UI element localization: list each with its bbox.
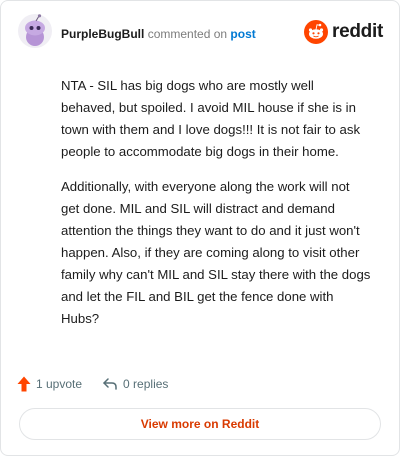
byline: PurpleBugBull commented on post <box>61 27 256 41</box>
reddit-logo-icon <box>304 20 329 44</box>
comment-body: NTA - SIL has big dogs who are mostly we… <box>61 75 371 343</box>
upvote-button[interactable]: 1 upvote <box>17 376 82 392</box>
post-link[interactable]: post <box>230 27 255 41</box>
reddit-logo[interactable]: reddit <box>304 20 383 44</box>
comment-actions: 1 upvote 0 replies <box>17 373 188 395</box>
reddit-wordmark: reddit <box>332 21 383 42</box>
comment-header: PurpleBugBull commented on post reddit <box>17 13 383 53</box>
replies-count: 0 replies <box>123 377 169 391</box>
avatar[interactable] <box>17 13 53 49</box>
action-text: commented on <box>147 27 228 41</box>
comment-paragraph: Additionally, with everyone along the wo… <box>61 179 371 326</box>
upvote-count: 1 upvote <box>36 377 83 391</box>
reply-arrow-icon <box>103 378 117 390</box>
comment-paragraph: NTA - SIL has big dogs who are mostly we… <box>61 78 361 159</box>
replies-button[interactable]: 0 replies <box>102 377 168 391</box>
view-more-button[interactable]: View more on Reddit <box>19 408 381 440</box>
embed-card: PurpleBugBull commented on post reddit N… <box>0 0 400 456</box>
upvote-arrow-icon <box>17 376 31 392</box>
username-link[interactable]: PurpleBugBull <box>61 27 144 41</box>
